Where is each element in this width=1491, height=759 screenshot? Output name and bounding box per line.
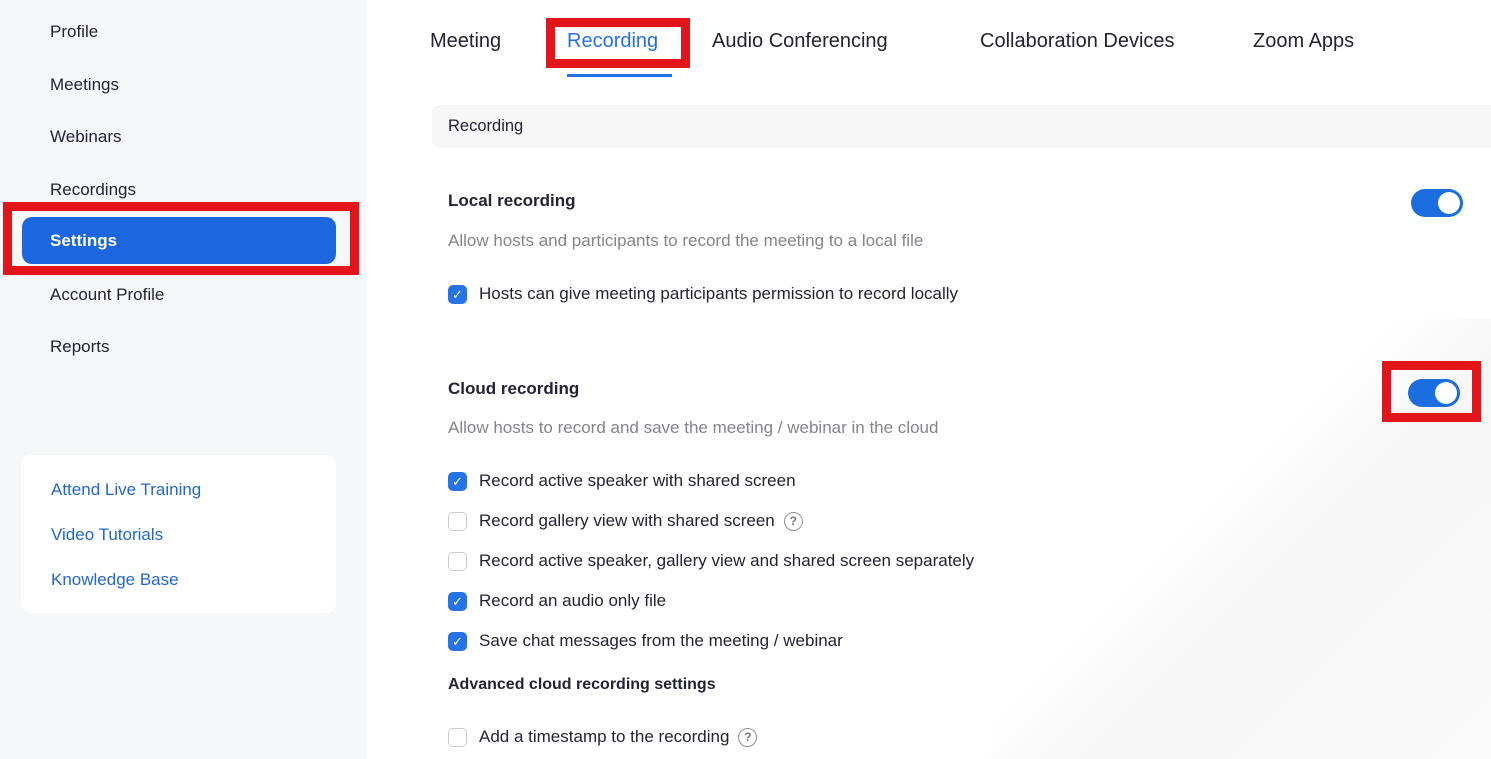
option-hosts-permission-record-locally[interactable]: ✓ Hosts can give meeting participants pe… <box>448 274 958 314</box>
toggle-knob <box>1435 382 1457 404</box>
checkbox-icon[interactable]: ✓ <box>448 472 467 491</box>
option-label: Record gallery view with shared screen <box>479 511 775 531</box>
sidebar: Profile Meetings Webinars Recordings Set… <box>0 0 367 759</box>
cloud-recording-description: Allow hosts to record and save the meeti… <box>448 418 938 438</box>
option-label: Hosts can give meeting participants perm… <box>479 284 958 304</box>
option-label: Record an audio only file <box>479 591 666 611</box>
option-record-active-speaker-shared-screen[interactable]: ✓ Record active speaker with shared scre… <box>448 461 974 501</box>
section-header-recording: Recording <box>432 105 1491 148</box>
checkbox-icon[interactable]: ✓ <box>448 552 467 571</box>
tab-recording[interactable]: Recording <box>567 30 658 53</box>
checkbox-icon[interactable]: ✓ <box>448 728 467 747</box>
tab-audio-conferencing[interactable]: Audio Conferencing <box>712 30 888 53</box>
option-record-gallery-view-shared-screen[interactable]: ✓ Record gallery view with shared screen… <box>448 501 974 541</box>
tab-meeting[interactable]: Meeting <box>430 30 501 53</box>
cloud-recording-toggle[interactable] <box>1408 379 1460 407</box>
tab-collaboration-devices[interactable]: Collaboration Devices <box>980 30 1175 53</box>
local-recording-description: Allow hosts and participants to record t… <box>448 231 923 251</box>
checkbox-icon[interactable]: ✓ <box>448 285 467 304</box>
option-label: Save chat messages from the meeting / we… <box>479 631 843 651</box>
sidebar-item-settings[interactable]: Settings <box>22 217 336 264</box>
local-recording-title: Local recording <box>448 191 576 211</box>
option-label: Record active speaker with shared screen <box>479 471 796 491</box>
link-knowledge-base[interactable]: Knowledge Base <box>21 557 336 602</box>
tab-zoom-apps[interactable]: Zoom Apps <box>1253 30 1354 53</box>
checkbox-icon[interactable]: ✓ <box>448 592 467 611</box>
sidebar-item-reports[interactable]: Reports <box>0 337 367 357</box>
option-save-chat-messages[interactable]: ✓ Save chat messages from the meeting / … <box>448 621 974 661</box>
advanced-cloud-settings-heading: Advanced cloud recording settings <box>448 676 716 694</box>
help-icon[interactable]: ? <box>738 728 757 747</box>
link-video-tutorials[interactable]: Video Tutorials <box>21 512 336 557</box>
link-attend-live-training[interactable]: Attend Live Training <box>21 467 336 512</box>
cloud-recording-options: ✓ Record active speaker with shared scre… <box>448 461 974 661</box>
option-record-audio-only[interactable]: ✓ Record an audio only file <box>448 581 974 621</box>
help-links-card: Attend Live Training Video Tutorials Kno… <box>21 455 336 613</box>
active-tab-underline <box>567 74 672 77</box>
sidebar-item-webinars[interactable]: Webinars <box>0 127 367 147</box>
option-label: Record active speaker, gallery view and … <box>479 551 974 571</box>
option-add-timestamp[interactable]: ✓ Add a timestamp to the recording ? <box>448 717 757 757</box>
sidebar-item-account-profile[interactable]: Account Profile <box>0 285 367 305</box>
sidebar-item-profile[interactable]: Profile <box>0 22 367 42</box>
cloud-recording-title: Cloud recording <box>448 379 579 399</box>
option-record-separately[interactable]: ✓ Record active speaker, gallery view an… <box>448 541 974 581</box>
option-label: Add a timestamp to the recording <box>479 727 729 747</box>
help-icon[interactable]: ? <box>784 512 803 531</box>
sidebar-item-recordings[interactable]: Recordings <box>0 180 367 200</box>
checkbox-icon[interactable]: ✓ <box>448 512 467 531</box>
sidebar-item-meetings[interactable]: Meetings <box>0 75 367 95</box>
checkbox-icon[interactable]: ✓ <box>448 632 467 651</box>
toggle-knob <box>1438 192 1460 214</box>
section-title: Recording <box>448 117 523 136</box>
local-recording-toggle[interactable] <box>1411 189 1463 217</box>
